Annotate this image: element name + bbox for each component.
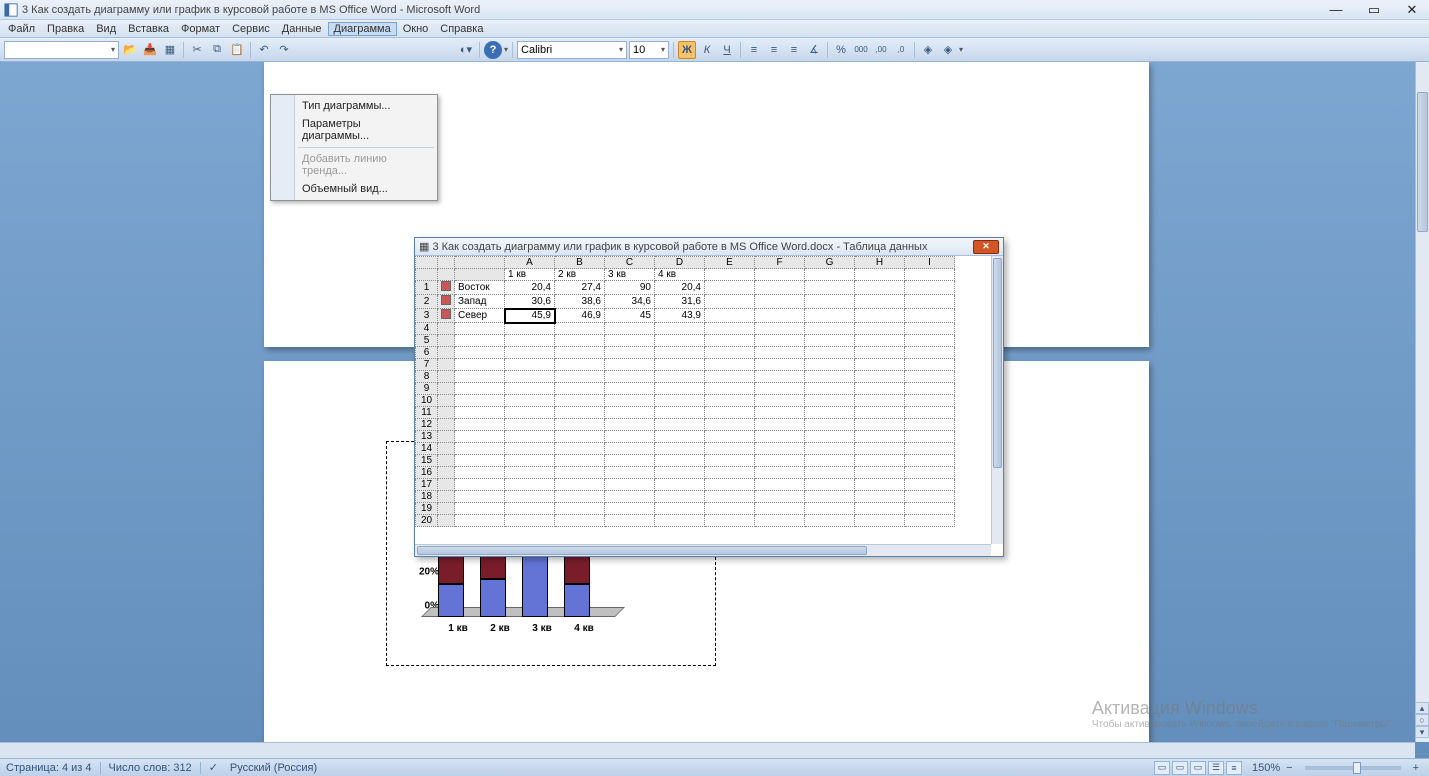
view-draft-icon[interactable]: ≡ <box>1226 761 1242 775</box>
browse-object-button[interactable]: ○ <box>1415 714 1429 726</box>
view-web-icon[interactable]: ▭ <box>1190 761 1206 775</box>
increase-decimal-icon[interactable]: ,00 <box>872 41 890 59</box>
decrease-decimal-icon[interactable]: ,0 <box>892 41 910 59</box>
italic-button[interactable]: К <box>698 41 716 59</box>
menu-вставка[interactable]: Вставка <box>122 22 175 36</box>
element-selector-combo[interactable]: ▾ <box>4 41 119 59</box>
menu-правка[interactable]: Правка <box>41 22 90 36</box>
toolbar: ▾ 📂 📥 ▦ ✂ ⧉ 📋 ↶ ↷ ◐▾ ? ▾ Calibri▾ 10▾ Ж … <box>0 38 1429 62</box>
menu-справка[interactable]: Справка <box>434 22 489 36</box>
redo-icon[interactable]: ↷ <box>275 41 293 59</box>
font-size-combo[interactable]: 10▾ <box>629 41 669 59</box>
document-workspace: 0%20%40%60%80% 1 кв2 кв3 кв4 кв СеверЗап… <box>0 62 1429 758</box>
datasheet-icon: ▦ <box>419 240 432 253</box>
window-title: 3 Как создать диаграмму или график в кур… <box>22 4 1311 16</box>
view-outline-icon[interactable]: ☰ <box>1208 761 1224 775</box>
misc-icon-2[interactable]: ◈ <box>939 41 957 59</box>
underline-button[interactable]: Ч <box>718 41 736 59</box>
menu-item[interactable]: Объемный вид... <box>272 180 436 198</box>
menu-bar: ФайлПравкаВидВставкаФорматСервисДанныеДи… <box>0 20 1429 38</box>
text-angle-icon[interactable]: ∡ <box>805 41 823 59</box>
import-icon[interactable]: 📥 <box>141 41 159 59</box>
align-left-icon[interactable]: ≡ <box>745 41 763 59</box>
fill-color-icon[interactable]: ◐▾ <box>457 41 475 59</box>
datasheet-vscroll[interactable] <box>991 256 1003 544</box>
menu-item[interactable]: Тип диаграммы... <box>272 97 436 115</box>
undo-icon[interactable]: ↶ <box>255 41 273 59</box>
horizontal-scrollbar[interactable] <box>0 742 1415 758</box>
title-bar: 3 Как создать диаграмму или график в кур… <box>0 0 1429 20</box>
menu-данные[interactable]: Данные <box>276 22 328 36</box>
bold-button[interactable]: Ж <box>678 41 696 59</box>
zoom-out-button[interactable]: − <box>1282 762 1296 774</box>
menu-файл[interactable]: Файл <box>2 22 41 36</box>
view-fullscreen-icon[interactable]: ▭ <box>1172 761 1188 775</box>
vertical-scrollbar[interactable] <box>1415 62 1429 742</box>
menu-окно[interactable]: Окно <box>397 22 435 36</box>
align-center-icon[interactable]: ≡ <box>765 41 783 59</box>
datasheet-hscroll[interactable] <box>415 544 991 556</box>
datasheet-close-button[interactable]: ✕ <box>973 240 999 254</box>
menu-item[interactable]: Параметры диаграммы... <box>272 115 436 145</box>
copy-icon[interactable]: ⧉ <box>208 41 226 59</box>
menu-вид[interactable]: Вид <box>90 22 122 36</box>
paste-icon[interactable]: 📋 <box>228 41 246 59</box>
status-bar: Страница: 4 из 4 Число слов: 312 ✓ Русск… <box>0 758 1429 776</box>
maximize-button[interactable]: ▭ <box>1361 2 1387 18</box>
align-right-icon[interactable]: ≡ <box>785 41 803 59</box>
proofing-icon[interactable]: ✓ <box>209 761 218 774</box>
datasheet-window[interactable]: ▦ 3 Как создать диаграмму или график в к… <box>414 237 1004 557</box>
menu-формат[interactable]: Формат <box>175 22 226 36</box>
view-print-layout-icon[interactable]: ▭ <box>1154 761 1170 775</box>
page-indicator[interactable]: Страница: 4 из 4 <box>6 762 92 774</box>
zoom-level[interactable]: 150% <box>1252 762 1280 774</box>
close-button[interactable]: ✕ <box>1399 2 1425 18</box>
zoom-slider[interactable] <box>1305 766 1401 770</box>
open-icon[interactable]: 📂 <box>121 41 139 59</box>
next-page-button[interactable]: ▾ <box>1415 726 1429 738</box>
diagram-menu-dropdown: Тип диаграммы...Параметры диаграммы... До… <box>270 94 438 201</box>
thousands-icon[interactable]: 000 <box>852 41 870 59</box>
menu-сервис[interactable]: Сервис <box>226 22 276 36</box>
menu-item: Добавить линию тренда... <box>272 150 436 180</box>
prev-page-button[interactable]: ▴ <box>1415 702 1429 714</box>
language-indicator[interactable]: Русский (Россия) <box>230 762 317 774</box>
word-count[interactable]: Число слов: 312 <box>109 762 192 774</box>
menu-диаграмма[interactable]: Диаграмма <box>328 22 397 36</box>
cut-icon[interactable]: ✂ <box>188 41 206 59</box>
datasheet-icon[interactable]: ▦ <box>161 41 179 59</box>
datasheet-title: 3 Как создать диаграмму или график в кур… <box>432 241 927 253</box>
misc-icon-1[interactable]: ◈ <box>919 41 937 59</box>
minimize-button[interactable]: — <box>1323 2 1349 17</box>
font-combo[interactable]: Calibri▾ <box>517 41 627 59</box>
percent-icon[interactable]: % <box>832 41 850 59</box>
zoom-in-button[interactable]: + <box>1409 762 1423 774</box>
datasheet-grid[interactable]: ABCDEFGHI1 кв2 кв3 кв4 кв1Восток20,427,4… <box>415 256 955 527</box>
datasheet-titlebar[interactable]: ▦ 3 Как создать диаграмму или график в к… <box>415 238 1003 256</box>
help-icon[interactable]: ? <box>484 41 502 59</box>
word-doc-icon <box>4 3 18 17</box>
